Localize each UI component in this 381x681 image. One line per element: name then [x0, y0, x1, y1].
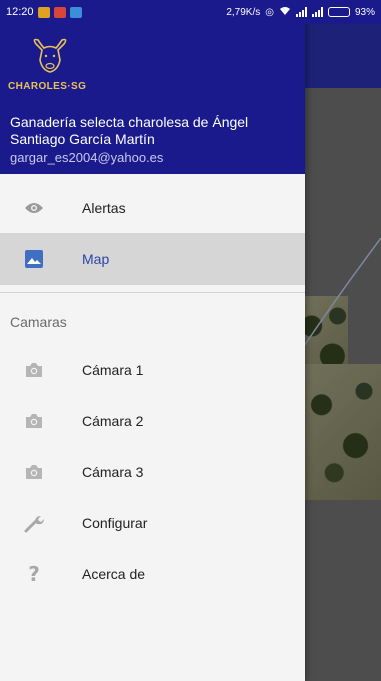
camera-icon	[24, 360, 44, 380]
battery-percent: 93%	[354, 6, 375, 18]
video-app-icon	[37, 6, 50, 18]
bull-head-icon	[33, 38, 67, 73]
nav-item-camera-2[interactable]: Cámara 2	[0, 395, 305, 447]
network-speed: 2,79K/s	[226, 6, 261, 18]
screen: 12:20 2,79K/s ◎ 93% CHAROLES·SG Ganaderí…	[0, 0, 381, 681]
wifi-icon	[279, 6, 291, 19]
user-email: gargar_es2004@yahoo.es	[10, 150, 164, 165]
nav-label-acerca-de: Acerca de	[82, 566, 146, 582]
nav-item-camera-3[interactable]: Cámara 3	[0, 446, 305, 498]
nav-item-alertas[interactable]: Alertas	[0, 182, 305, 234]
eye-icon	[24, 198, 44, 218]
ranch-name: Ganadería selecta charolesa de Ángel San…	[10, 114, 249, 147]
nav-item-acerca-de[interactable]: ? Acerca de	[0, 548, 305, 600]
nav-item-camera-1[interactable]: Cámara 1	[0, 344, 305, 396]
help-icon: ?	[28, 562, 40, 586]
nav-item-configurar[interactable]: Configurar	[0, 497, 305, 549]
battery-icon	[327, 7, 350, 17]
nav-label-configurar: Configurar	[82, 515, 148, 531]
signal-icon	[295, 7, 307, 17]
camera-icon	[24, 411, 44, 431]
camera-icon	[24, 462, 44, 482]
logo-text: CHAROLES·SG	[8, 81, 87, 92]
nav-item-map[interactable]: Map	[0, 233, 305, 285]
ranch-logo: CHAROLES·SG	[8, 36, 98, 98]
wrench-icon	[24, 513, 44, 533]
nav-label-alertas: Alertas	[82, 200, 126, 216]
status-time: 12:20	[6, 6, 34, 18]
alarm-icon: ◎	[265, 6, 274, 18]
signal-icon-2	[311, 7, 323, 17]
drawer-header: CHAROLES·SG Ganadería selecta charolesa …	[0, 0, 305, 174]
nav-label-camera-1: Cámara 1	[82, 362, 144, 378]
mail-icon	[53, 6, 66, 18]
nav-label-camera-3: Cámara 3	[82, 464, 144, 480]
status-bar: 12:20 2,79K/s ◎ 93%	[0, 0, 381, 24]
nav-label-map: Map	[82, 251, 110, 267]
section-title-cameras: Camaras	[10, 314, 67, 330]
nav-label-camera-2: Cámara 2	[82, 413, 144, 429]
image-icon	[24, 249, 44, 269]
navigation-drawer: CHAROLES·SG Ganadería selecta charolesa …	[0, 0, 305, 681]
menu-divider	[0, 292, 305, 293]
app-notification-icon	[69, 6, 82, 18]
